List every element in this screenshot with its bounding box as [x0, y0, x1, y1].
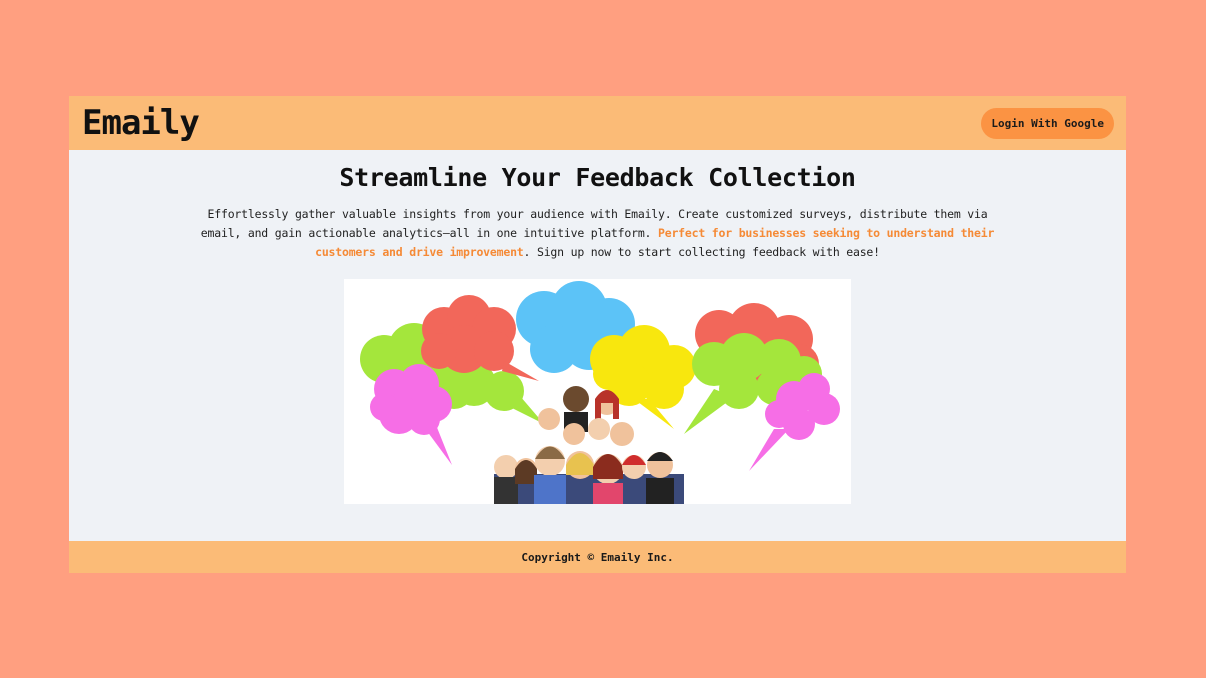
- footer-bar: Copyright © Emaily Inc.: [69, 541, 1126, 573]
- description-text-end: . Sign up now to start collecting feedba…: [523, 245, 881, 259]
- brand-logo[interactable]: Emaily: [82, 103, 200, 143]
- hero-description: Effortlessly gather valuable insights fr…: [188, 205, 1008, 262]
- copyright-text: Copyright © Emaily Inc.: [521, 550, 674, 564]
- hero-image: [344, 279, 851, 504]
- speech-bubbles-crowd-icon: [360, 281, 840, 504]
- main-content: Streamline Your Feedback Collection Effo…: [69, 150, 1126, 541]
- app-window: Emaily Login With Google Streamline Your…: [69, 96, 1126, 573]
- header-bar: Emaily Login With Google: [69, 96, 1126, 150]
- page-title: Streamline Your Feedback Collection: [339, 163, 856, 192]
- login-with-google-button[interactable]: Login With Google: [981, 107, 1114, 139]
